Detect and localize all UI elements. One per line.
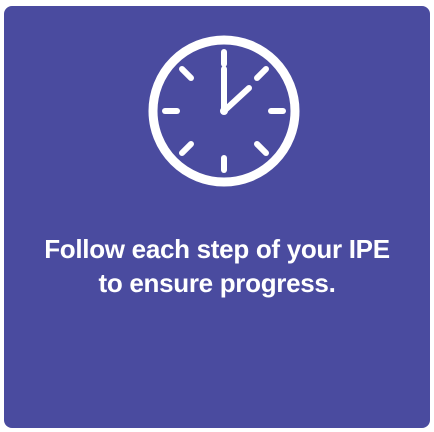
clock-icon	[147, 34, 301, 188]
card-message-line-1: Follow each step of your IPE	[44, 234, 390, 264]
card-message-line-2: to ensure progress.	[98, 268, 336, 298]
info-card: Follow each step of your IPE to ensure p…	[4, 6, 430, 428]
card-message: Follow each step of your IPE to ensure p…	[4, 232, 430, 300]
